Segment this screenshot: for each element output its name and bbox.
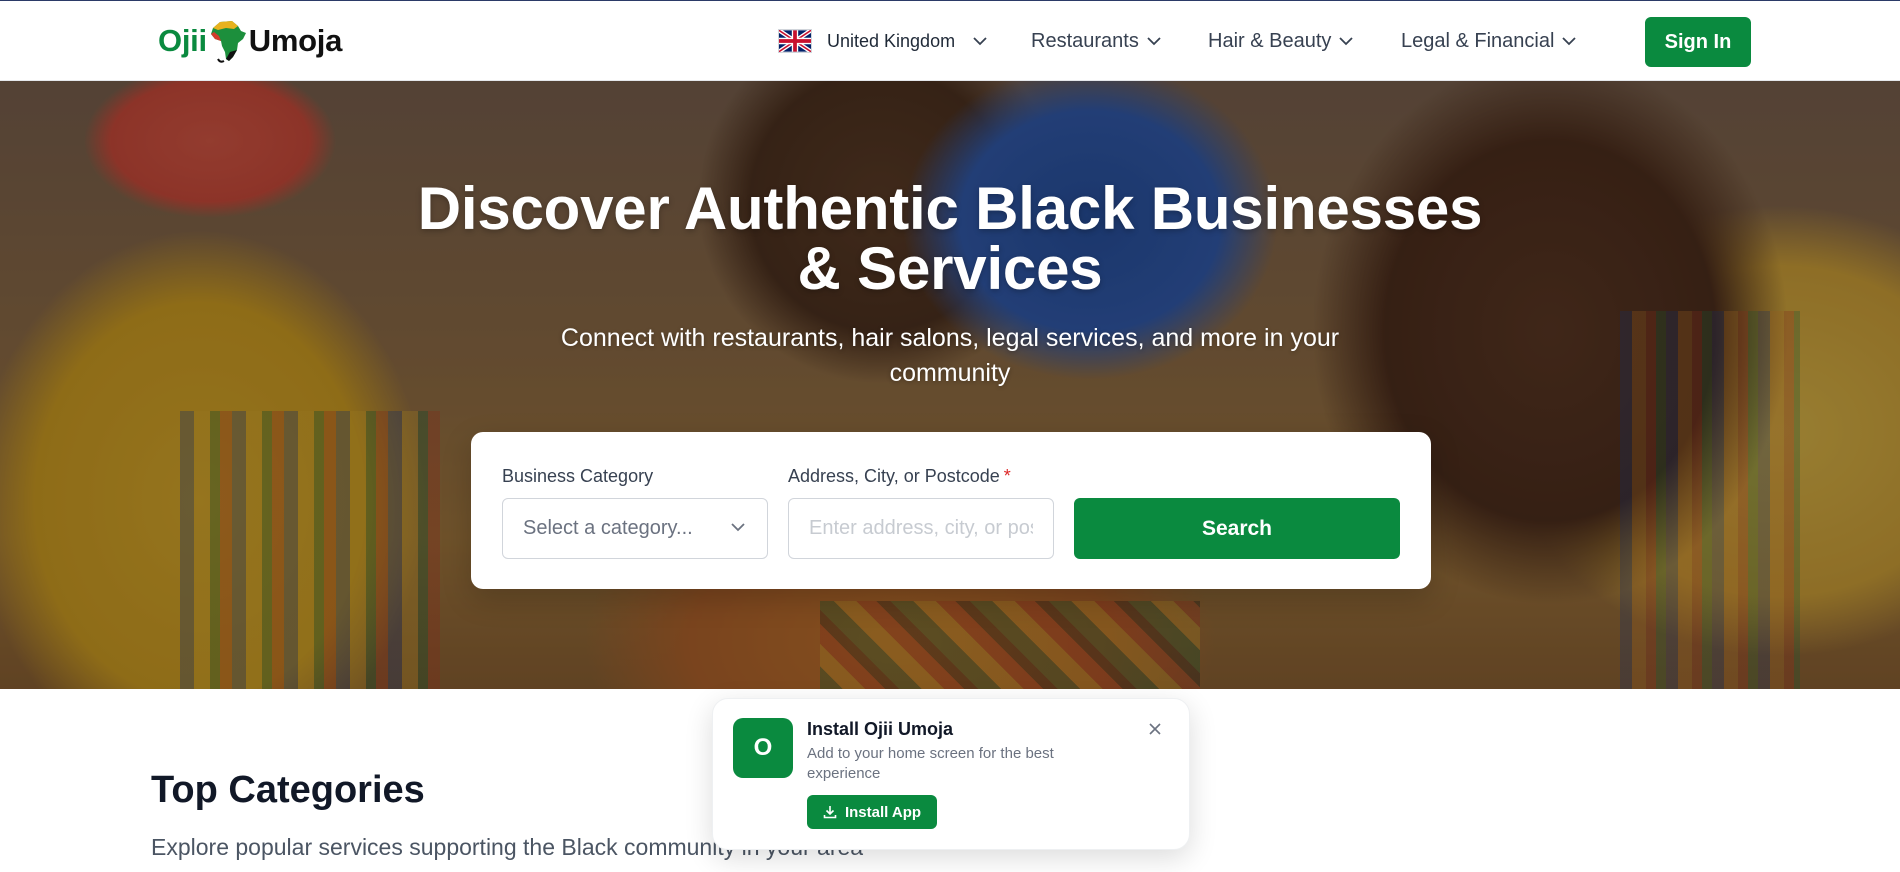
uk-flag-icon: [778, 29, 812, 53]
africa-map-icon: [210, 21, 246, 63]
hero-section: Discover Authentic Black Businesses & Se…: [0, 81, 1900, 689]
chevron-down-icon: [973, 36, 987, 45]
nav-restaurants[interactable]: Restaurants: [1031, 1, 1161, 81]
sign-in-button[interactable]: Sign In: [1645, 17, 1751, 67]
site-logo[interactable]: Ojii Umoja: [158, 19, 342, 63]
address-label-text: Address, City, or Postcode: [788, 466, 1000, 486]
nav-hair-beauty-label: Hair & Beauty: [1208, 29, 1332, 52]
search-card: Business Category Address, City, or Post…: [471, 432, 1431, 589]
nav-legal-financial-label: Legal & Financial: [1401, 29, 1555, 52]
category-select[interactable]: Select a category...: [502, 498, 768, 559]
hero-title-line: & Services: [797, 235, 1103, 302]
address-input[interactable]: [788, 498, 1054, 559]
logo-text-ojii: Ojii: [158, 23, 207, 58]
country-selector[interactable]: United Kingdom: [770, 1, 987, 81]
category-select-value: Select a category...: [523, 517, 693, 539]
hero-title-line: Discover Authentic Black Businesses: [417, 175, 1483, 242]
install-app-button[interactable]: Install App: [807, 795, 937, 829]
nav-restaurants-label: Restaurants: [1031, 29, 1139, 52]
logo-text-umoja: Umoja: [248, 23, 343, 58]
install-description: Add to your home screen for the best exp…: [807, 745, 1054, 782]
nav-legal-financial[interactable]: Legal & Financial: [1401, 1, 1577, 81]
category-label: Business Category: [502, 466, 653, 487]
install-app-popup: O Install Ojii Umoja Add to your home sc…: [712, 698, 1190, 850]
site-header: Ojii Umoja United Kingdom Restaurants Ha…: [0, 1, 1900, 81]
app-icon: O: [733, 718, 793, 778]
chevron-down-icon: [1147, 36, 1161, 45]
chevron-down-icon: [1339, 36, 1354, 45]
install-title: Install Ojii Umoja: [807, 719, 954, 739]
category-label-text: Business Category: [502, 466, 654, 486]
chevron-down-icon: [731, 523, 745, 532]
search-button[interactable]: Search: [1074, 498, 1400, 559]
address-label: Address, City, or Postcode *: [788, 466, 1011, 487]
country-label: United Kingdom: [827, 30, 956, 51]
hero-title: Discover Authentic Black Businesses & Se…: [0, 179, 1900, 299]
install-app-button-label: Install App: [844, 803, 922, 821]
nav-hair-beauty[interactable]: Hair & Beauty: [1208, 1, 1354, 81]
chevron-down-icon: [1562, 36, 1577, 45]
required-asterisk: *: [1003, 466, 1011, 486]
hero-subtitle: Connect with restaurants, hair salons, l…: [560, 324, 1340, 387]
download-icon: [823, 806, 837, 819]
close-icon[interactable]: [1145, 719, 1165, 739]
categories-title: Top Categories: [151, 769, 425, 811]
